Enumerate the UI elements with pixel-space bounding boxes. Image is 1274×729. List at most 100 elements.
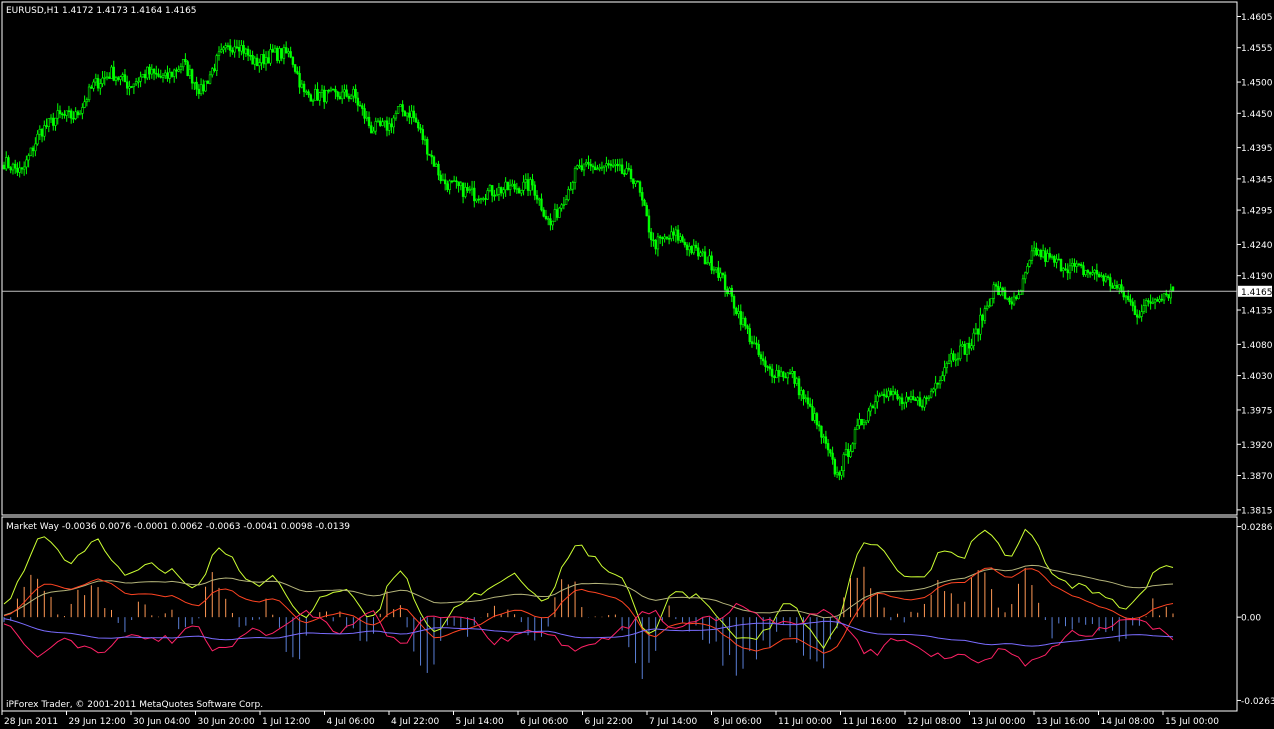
candle	[573, 166, 577, 190]
candle-body	[950, 353, 953, 362]
candle-body	[576, 165, 579, 169]
y-tick-label: 1.3920	[1241, 441, 1273, 451]
candle	[555, 204, 559, 221]
candle-body	[334, 89, 337, 93]
candle	[755, 336, 758, 350]
candle-body	[641, 192, 644, 201]
candle	[264, 51, 268, 71]
candle	[1142, 298, 1146, 314]
candle	[710, 251, 713, 275]
candle	[679, 232, 682, 243]
candle	[589, 158, 592, 171]
x-tick-label: 12 Jul 08:00	[907, 717, 961, 727]
candle	[683, 238, 686, 248]
candle	[159, 69, 162, 79]
candle	[1019, 289, 1022, 295]
candle	[1144, 298, 1148, 313]
current-price-tag: 1.4165	[1238, 285, 1273, 298]
x-tick-label: 4 Jul 22:00	[391, 717, 440, 727]
candle	[1115, 280, 1119, 291]
candle-body	[580, 165, 583, 171]
candle-body	[349, 95, 353, 99]
candle	[802, 389, 805, 406]
candle-body	[157, 73, 160, 77]
candle-body	[835, 472, 839, 475]
candle-body	[665, 236, 669, 239]
indicator-lines	[3, 528, 1174, 667]
candle	[869, 402, 872, 417]
candle	[728, 286, 731, 295]
candle	[907, 396, 910, 402]
candle	[206, 80, 209, 84]
candle-body	[161, 75, 165, 78]
candle-body	[869, 405, 872, 412]
candle	[184, 53, 187, 65]
candle	[730, 285, 734, 303]
candle-body	[1015, 296, 1018, 299]
candle	[202, 79, 205, 95]
candle-body	[770, 368, 774, 377]
candle-body	[1142, 305, 1146, 312]
candle	[538, 197, 541, 206]
candle-body	[567, 189, 570, 201]
candle	[22, 161, 26, 176]
candle	[712, 266, 716, 275]
candle	[1050, 254, 1054, 260]
candle-body	[894, 391, 897, 395]
candle-body	[352, 88, 355, 97]
candle-body	[141, 73, 145, 78]
candle	[94, 73, 98, 86]
candle-body	[186, 61, 189, 77]
candle-body	[152, 68, 156, 74]
candle-body	[78, 113, 82, 116]
candle	[347, 93, 351, 102]
candle	[1106, 274, 1110, 281]
candle	[961, 341, 964, 347]
candle	[119, 75, 122, 86]
candle	[970, 338, 973, 351]
candle-body	[423, 138, 427, 141]
x-tick-label: 28 Jun 2011	[4, 717, 58, 727]
candle	[426, 136, 429, 161]
candle	[1008, 296, 1011, 305]
candle	[143, 69, 147, 84]
candle	[284, 41, 288, 54]
candle	[856, 418, 859, 430]
candle-body	[589, 163, 592, 167]
candle	[761, 351, 765, 366]
candle-body	[29, 147, 33, 156]
candle-body	[891, 391, 895, 396]
candle	[96, 74, 100, 92]
candle-body	[408, 112, 411, 118]
candle-body	[632, 178, 635, 184]
candle-body	[609, 163, 613, 166]
candle	[170, 71, 174, 78]
candle	[535, 190, 539, 204]
candle	[656, 233, 660, 257]
candle	[1021, 274, 1025, 295]
candle	[1151, 297, 1155, 305]
candle	[1059, 258, 1063, 273]
candle	[475, 198, 478, 203]
candle-body	[504, 181, 507, 191]
candle-body	[155, 72, 158, 75]
candle	[1035, 242, 1038, 257]
candle	[912, 389, 915, 401]
candle-body	[670, 231, 673, 239]
candle	[260, 54, 263, 70]
candle-body	[179, 66, 183, 70]
candle-body	[918, 397, 922, 407]
candlestick-series[interactable]	[2, 39, 1175, 481]
candle	[690, 245, 693, 255]
candle	[36, 130, 39, 146]
candle	[968, 336, 971, 355]
candle-body	[629, 168, 633, 180]
candle	[168, 68, 171, 84]
candle-body	[739, 311, 742, 325]
candle	[614, 159, 617, 173]
candle	[701, 248, 704, 257]
candle-body	[76, 111, 80, 116]
candle	[43, 120, 46, 141]
candle-body	[757, 344, 760, 355]
candle-body	[800, 390, 803, 396]
